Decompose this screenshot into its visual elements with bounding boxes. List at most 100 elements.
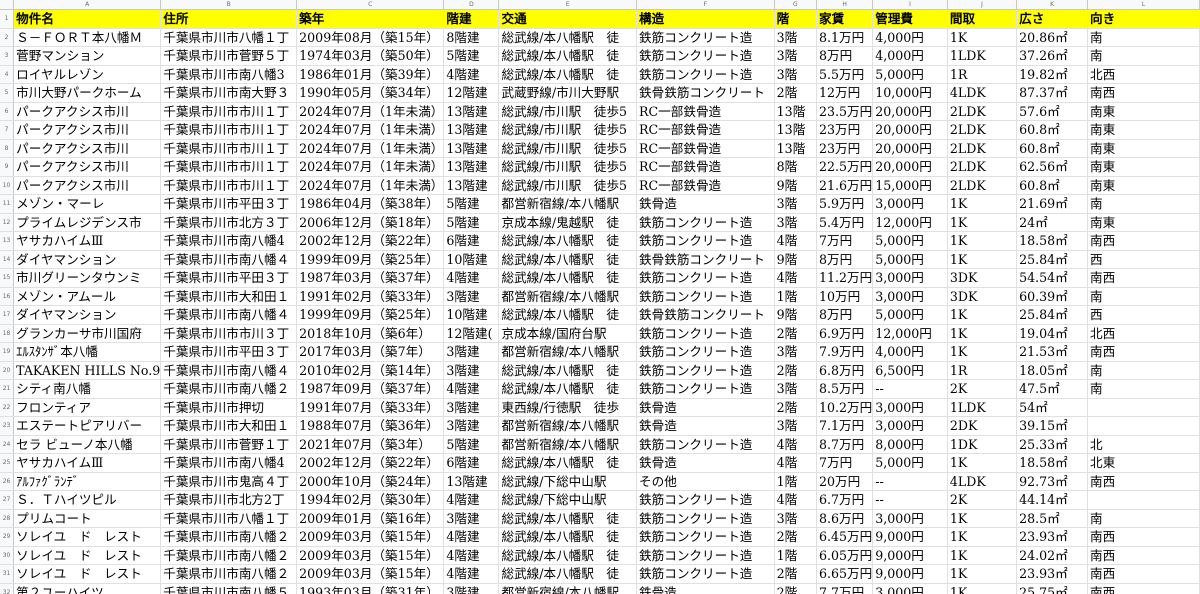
table-cell[interactable]: 18.58㎡: [1016, 453, 1089, 473]
table-cell[interactable]: 3階: [774, 342, 817, 362]
table-cell[interactable]: 2002年12月（築22年）: [296, 231, 445, 251]
table-cell[interactable]: 1K: [947, 527, 1018, 547]
table-cell[interactable]: 1993年03月（築31年）: [296, 583, 445, 594]
table-cell[interactable]: 3階: [774, 213, 817, 232]
column-header-l[interactable]: L: [1087, 0, 1200, 10]
row-number[interactable]: 20: [0, 361, 15, 380]
table-cell[interactable]: 2階: [774, 527, 817, 547]
table-cell[interactable]: 2017年03月（築7年）: [296, 342, 445, 362]
table-cell[interactable]: 都営新宿線/本八幡駅: [498, 583, 638, 594]
table-cell[interactable]: 南: [1087, 28, 1200, 47]
table-cell[interactable]: 1階: [774, 472, 817, 491]
table-cell[interactable]: 18.05㎡: [1016, 361, 1089, 380]
column-header-d[interactable]: D: [443, 0, 500, 10]
table-cell[interactable]: 鉄筋コンクリート造: [636, 435, 775, 454]
table-cell[interactable]: 1K: [947, 509, 1018, 528]
table-cell[interactable]: 鉄骨造: [636, 416, 775, 436]
table-cell[interactable]: メゾン・アムール: [13, 287, 162, 306]
column-header-a[interactable]: A: [13, 0, 162, 10]
column-header-k[interactable]: K: [1016, 0, 1089, 10]
table-cell[interactable]: 6.9万円: [816, 324, 874, 343]
table-cell[interactable]: 4LDK: [947, 472, 1018, 491]
table-cell[interactable]: 千葉県市川市菅野１丁: [160, 435, 298, 454]
table-cell[interactable]: 千葉県市川市南八幡５: [160, 583, 298, 594]
table-cell[interactable]: 西: [1087, 305, 1200, 325]
table-cell[interactable]: 2002年12月（築22年）: [296, 453, 445, 473]
table-cell[interactable]: 鉄筋コンクリート造: [636, 65, 775, 84]
table-cell[interactable]: 総武線/市川駅 徒歩5: [498, 139, 638, 158]
table-cell[interactable]: 2009年03月（築15年）: [296, 564, 445, 584]
table-cell[interactable]: 鉄筋コンクリート造: [636, 213, 775, 232]
table-cell[interactable]: 千葉県市川市八幡１丁: [160, 509, 298, 528]
table-cell[interactable]: 2LDK: [947, 102, 1018, 121]
table-cell[interactable]: ヤサカハイムⅢ: [13, 453, 162, 473]
table-cell[interactable]: 総武線/本八幡駅 徒: [498, 527, 638, 547]
table-cell[interactable]: 1986年01月（築39年）: [296, 65, 445, 84]
table-cell[interactable]: 1999年09月（築25年）: [296, 250, 445, 269]
table-cell[interactable]: 10階建: [443, 305, 500, 325]
table-cell[interactable]: 1974年03月（築50年）: [296, 46, 445, 66]
table-cell[interactable]: 北西: [1087, 65, 1200, 84]
table-cell[interactable]: 千葉県市川市北方2丁: [160, 490, 298, 510]
table-cell[interactable]: 21.69㎡: [1016, 194, 1089, 214]
table-cell[interactable]: 2LDK: [947, 120, 1018, 140]
table-cell[interactable]: 4,000円: [872, 342, 948, 362]
table-cell[interactable]: パークアクシス市川: [13, 157, 162, 177]
table-cell[interactable]: 3階: [774, 509, 817, 528]
table-cell[interactable]: 5,000円: [872, 231, 948, 251]
table-cell[interactable]: 10階建: [443, 250, 500, 269]
table-cell[interactable]: 8万円: [816, 250, 874, 269]
table-cell[interactable]: [1087, 398, 1200, 417]
table-cell[interactable]: 9階: [774, 176, 817, 195]
table-cell[interactable]: その他: [636, 472, 775, 491]
table-cell[interactable]: 8階: [774, 157, 817, 177]
table-cell[interactable]: 1K: [947, 324, 1018, 343]
table-cell[interactable]: 1階: [774, 546, 817, 565]
table-cell[interactable]: 10,000円: [872, 83, 948, 103]
table-cell[interactable]: 千葉県市川市南八幡4: [160, 453, 298, 473]
table-cell[interactable]: 7.9万円: [816, 342, 874, 362]
table-cell[interactable]: 2階: [774, 398, 817, 417]
table-cell[interactable]: 鉄筋コンクリート造: [636, 527, 775, 547]
table-cell[interactable]: 9階: [774, 250, 817, 269]
table-cell[interactable]: 南東: [1087, 120, 1200, 140]
table-cell[interactable]: ソレイユ ド レスト: [13, 527, 162, 547]
table-cell[interactable]: 19.04㎡: [1016, 324, 1089, 343]
table-cell[interactable]: 2K: [947, 490, 1018, 510]
table-cell[interactable]: 4,000円: [872, 28, 948, 47]
table-cell[interactable]: 8階建: [443, 28, 500, 47]
table-cell[interactable]: 13階: [774, 102, 817, 121]
table-cell[interactable]: 都営新宿線/本八幡駅: [498, 342, 638, 362]
table-cell[interactable]: 1994年02月（築30年）: [296, 490, 445, 510]
table-cell[interactable]: 総武線/本八幡駅 徒: [498, 46, 638, 66]
table-cell[interactable]: 鉄骨造: [636, 398, 775, 417]
table-cell[interactable]: 4,000円: [872, 46, 948, 66]
table-cell[interactable]: 9階: [774, 305, 817, 325]
table-cell[interactable]: 13階建: [443, 176, 500, 195]
table-cell[interactable]: 南: [1087, 287, 1200, 306]
table-cell[interactable]: 総武線/本八幡駅 徒: [498, 564, 638, 584]
table-cell[interactable]: 千葉県市川市菅野５丁: [160, 46, 298, 66]
table-cell[interactable]: 1K: [947, 305, 1018, 325]
table-cell[interactable]: 39.15㎡: [1016, 416, 1089, 436]
table-cell[interactable]: 1R: [947, 361, 1018, 380]
table-cell[interactable]: 22.5万円: [816, 157, 874, 177]
table-cell[interactable]: 南西: [1087, 83, 1200, 103]
table-cell[interactable]: 1LDK: [947, 46, 1018, 66]
table-cell[interactable]: 25.84㎡: [1016, 250, 1089, 269]
table-cell[interactable]: 菅野マンション: [13, 46, 162, 66]
header-cell[interactable]: 交通: [498, 9, 638, 29]
table-cell[interactable]: 鉄骨鉄筋コンクリート: [636, 83, 775, 103]
table-cell[interactable]: 11.2万円: [816, 268, 874, 288]
table-cell[interactable]: 南西: [1087, 231, 1200, 251]
table-cell[interactable]: 9,000円: [872, 564, 948, 584]
table-cell[interactable]: 4階: [774, 435, 817, 454]
table-cell[interactable]: 1986年04月（築38年）: [296, 194, 445, 214]
table-cell[interactable]: 23万円: [816, 120, 874, 140]
table-cell[interactable]: 千葉県市川市平田３丁: [160, 194, 298, 214]
table-cell[interactable]: フロンティア: [13, 398, 162, 417]
header-cell[interactable]: 物件名: [13, 9, 162, 29]
table-cell[interactable]: 8.7万円: [816, 435, 874, 454]
table-cell[interactable]: 2LDK: [947, 157, 1018, 177]
header-cell[interactable]: 管理費: [872, 9, 948, 29]
